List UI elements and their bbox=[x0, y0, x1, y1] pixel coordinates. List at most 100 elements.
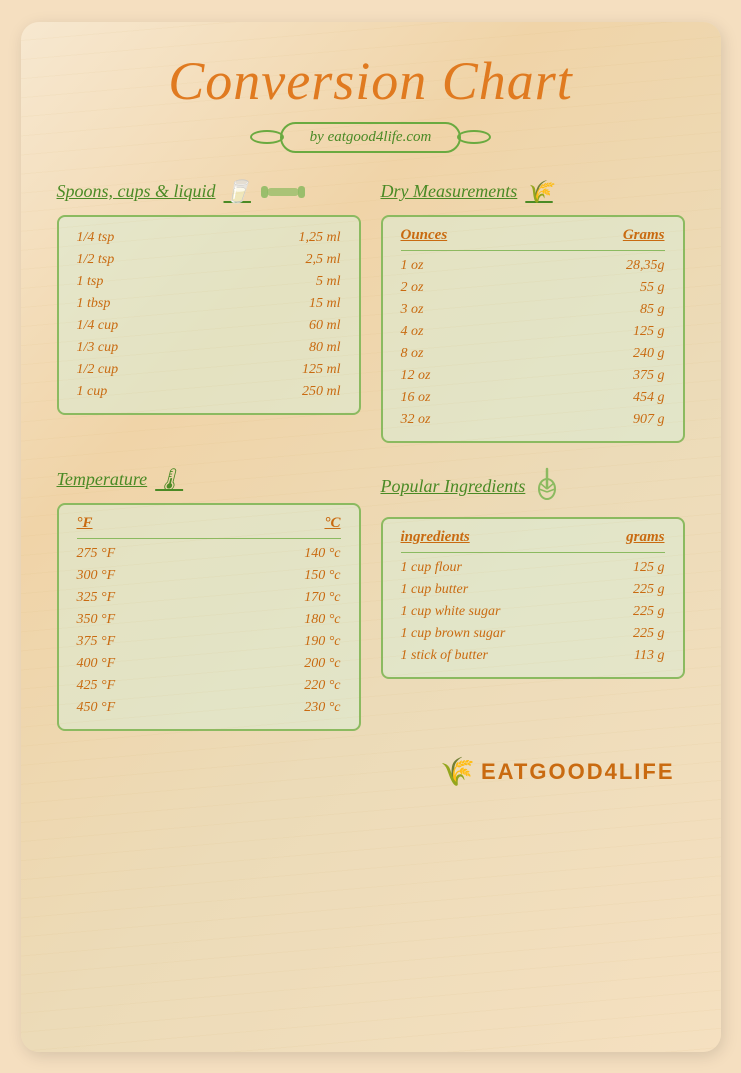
temp-left-8: 450 °F bbox=[77, 700, 116, 716]
dry-title: Dry Measurements 🌾 bbox=[381, 179, 685, 205]
dry-left-1: 1 oz bbox=[401, 258, 424, 274]
spoon-right-2: 2,5 ml bbox=[306, 252, 341, 268]
dry-row-3: 3 oz 85 g bbox=[401, 299, 665, 321]
temp-row-1: 275 °F 140 °c bbox=[77, 543, 341, 565]
temp-row-2: 300 °F 150 °c bbox=[77, 565, 341, 587]
dry-row-8: 32 oz 907 g bbox=[401, 409, 665, 431]
rolling-pin-icon bbox=[259, 181, 307, 203]
dry-right-7: 454 g bbox=[633, 390, 665, 406]
whisk-icon bbox=[533, 467, 561, 507]
spoon-left-5: 1/4 cup bbox=[77, 318, 119, 334]
ingredients-table: ingredients grams 1 cup flour 125 g 1 cu… bbox=[381, 517, 685, 679]
dry-label: Dry Measurements bbox=[381, 181, 518, 202]
temp-left-2: 300 °F bbox=[77, 568, 116, 584]
temp-label: Temperature bbox=[57, 469, 148, 490]
ingredients-header: ingredients grams bbox=[401, 529, 665, 553]
spoon-left-8: 1 cup bbox=[77, 384, 108, 400]
temp-row-3: 325 °F 170 °c bbox=[77, 587, 341, 609]
subtitle-text: by eatgood4life.com bbox=[310, 129, 432, 145]
wheat-icon: 🌾 bbox=[525, 179, 552, 205]
dry-row-1: 1 oz 28,35g bbox=[401, 255, 665, 277]
ingredients-title: Popular Ingredients bbox=[381, 467, 685, 507]
page-title: Conversion Chart bbox=[57, 50, 685, 112]
spoon-left-4: 1 tbsp bbox=[77, 296, 111, 312]
dry-col1-header: Ounces bbox=[401, 227, 448, 244]
ingredients-left-2: 1 cup butter bbox=[401, 582, 469, 598]
dry-col2-header: Grams bbox=[623, 227, 665, 244]
temp-right-6: 200 °c bbox=[304, 656, 340, 672]
dry-right-1: 28,35g bbox=[626, 258, 665, 274]
dry-header: Ounces Grams bbox=[401, 227, 665, 251]
spoon-row-1: 1/4 tsp 1,25 ml bbox=[77, 227, 341, 249]
temp-right-5: 190 °c bbox=[304, 634, 340, 650]
spoon-right-6: 80 ml bbox=[309, 340, 341, 356]
spoon-right-7: 125 ml bbox=[302, 362, 341, 378]
ingredients-right-3: 225 g bbox=[633, 604, 665, 620]
dry-right-3: 85 g bbox=[640, 302, 665, 318]
temp-row-4: 350 °F 180 °c bbox=[77, 609, 341, 631]
temp-row-8: 450 °F 230 °c bbox=[77, 697, 341, 719]
dry-row-6: 12 oz 375 g bbox=[401, 365, 665, 387]
temp-row-6: 400 °F 200 °c bbox=[77, 653, 341, 675]
ingredients-row-5: 1 stick of butter 113 g bbox=[401, 645, 665, 667]
top-row: Spoons, cups & liquid 🥛 1/4 tsp 1,25 ml … bbox=[57, 179, 685, 443]
thermometer-icon: 🌡 bbox=[155, 467, 183, 493]
subtitle-wrapper: by eatgood4life.com bbox=[57, 122, 685, 153]
dry-right-5: 240 g bbox=[633, 346, 665, 362]
temp-left-1: 275 °F bbox=[77, 546, 116, 562]
ingredients-row-3: 1 cup white sugar 225 g bbox=[401, 601, 665, 623]
dry-right-6: 375 g bbox=[633, 368, 665, 384]
ingredients-row-4: 1 cup brown sugar 225 g bbox=[401, 623, 665, 645]
spoons-label: Spoons, cups & liquid bbox=[57, 181, 216, 202]
dry-right-4: 125 g bbox=[633, 324, 665, 340]
temp-left-7: 425 °F bbox=[77, 678, 116, 694]
ingredients-right-5: 113 g bbox=[634, 648, 664, 664]
ingredients-right-4: 225 g bbox=[633, 626, 665, 642]
temp-col1-header: °F bbox=[77, 515, 93, 532]
ingredients-row-2: 1 cup butter 225 g bbox=[401, 579, 665, 601]
temp-right-4: 180 °c bbox=[304, 612, 340, 628]
temp-right-1: 140 °c bbox=[304, 546, 340, 562]
spoon-left-6: 1/3 cup bbox=[77, 340, 119, 356]
spoons-table: 1/4 tsp 1,25 ml 1/2 tsp 2,5 ml 1 tsp 5 m… bbox=[57, 215, 361, 415]
spoon-left-1: 1/4 tsp bbox=[77, 230, 115, 246]
ingredients-section: Popular Ingredients ingredients bbox=[381, 467, 685, 731]
dry-left-7: 16 oz bbox=[401, 390, 431, 406]
temp-row-7: 425 °F 220 °c bbox=[77, 675, 341, 697]
temp-right-7: 220 °c bbox=[304, 678, 340, 694]
bottom-row: Temperature 🌡 °F °C 275 °F 140 °c 300 °F… bbox=[57, 467, 685, 731]
whisk-svg-icon bbox=[533, 467, 561, 501]
dry-left-2: 2 oz bbox=[401, 280, 424, 296]
spoon-left-2: 1/2 tsp bbox=[77, 252, 115, 268]
spoon-row-6: 1/3 cup 80 ml bbox=[77, 337, 341, 359]
temp-left-6: 400 °F bbox=[77, 656, 116, 672]
ingredients-col1-header: ingredients bbox=[401, 529, 470, 546]
temp-col2-header: °C bbox=[324, 515, 340, 532]
temp-left-4: 350 °F bbox=[77, 612, 116, 628]
spoon-left-7: 1/2 cup bbox=[77, 362, 119, 378]
dry-right-2: 55 g bbox=[640, 280, 665, 296]
brand-name: EATGOOD4LIFE bbox=[481, 759, 675, 785]
temp-right-2: 150 °c bbox=[304, 568, 340, 584]
spoon-row-8: 1 cup 250 ml bbox=[77, 381, 341, 403]
temp-left-5: 375 °F bbox=[77, 634, 116, 650]
ingredients-right-2: 225 g bbox=[633, 582, 665, 598]
dry-left-3: 3 oz bbox=[401, 302, 424, 318]
temp-title: Temperature 🌡 bbox=[57, 467, 361, 493]
temp-right-8: 230 °c bbox=[304, 700, 340, 716]
spoons-title: Spoons, cups & liquid 🥛 bbox=[57, 179, 361, 205]
temp-left-3: 325 °F bbox=[77, 590, 116, 606]
spoons-section: Spoons, cups & liquid 🥛 1/4 tsp 1,25 ml … bbox=[57, 179, 361, 443]
dry-left-5: 8 oz bbox=[401, 346, 424, 362]
spoon-right-1: 1,25 ml bbox=[299, 230, 341, 246]
dry-row-4: 4 oz 125 g bbox=[401, 321, 665, 343]
dry-right-8: 907 g bbox=[633, 412, 665, 428]
dry-row-7: 16 oz 454 g bbox=[401, 387, 665, 409]
dry-row-2: 2 oz 55 g bbox=[401, 277, 665, 299]
spoon-left-3: 1 tsp bbox=[77, 274, 104, 290]
wheat-footer-icon: 🌾 bbox=[440, 755, 475, 789]
ingredients-row-1: 1 cup flour 125 g bbox=[401, 557, 665, 579]
dry-left-4: 4 oz bbox=[401, 324, 424, 340]
brand: 🌾 EATGOOD4LIFE bbox=[440, 755, 674, 789]
dry-left-6: 12 oz bbox=[401, 368, 431, 384]
